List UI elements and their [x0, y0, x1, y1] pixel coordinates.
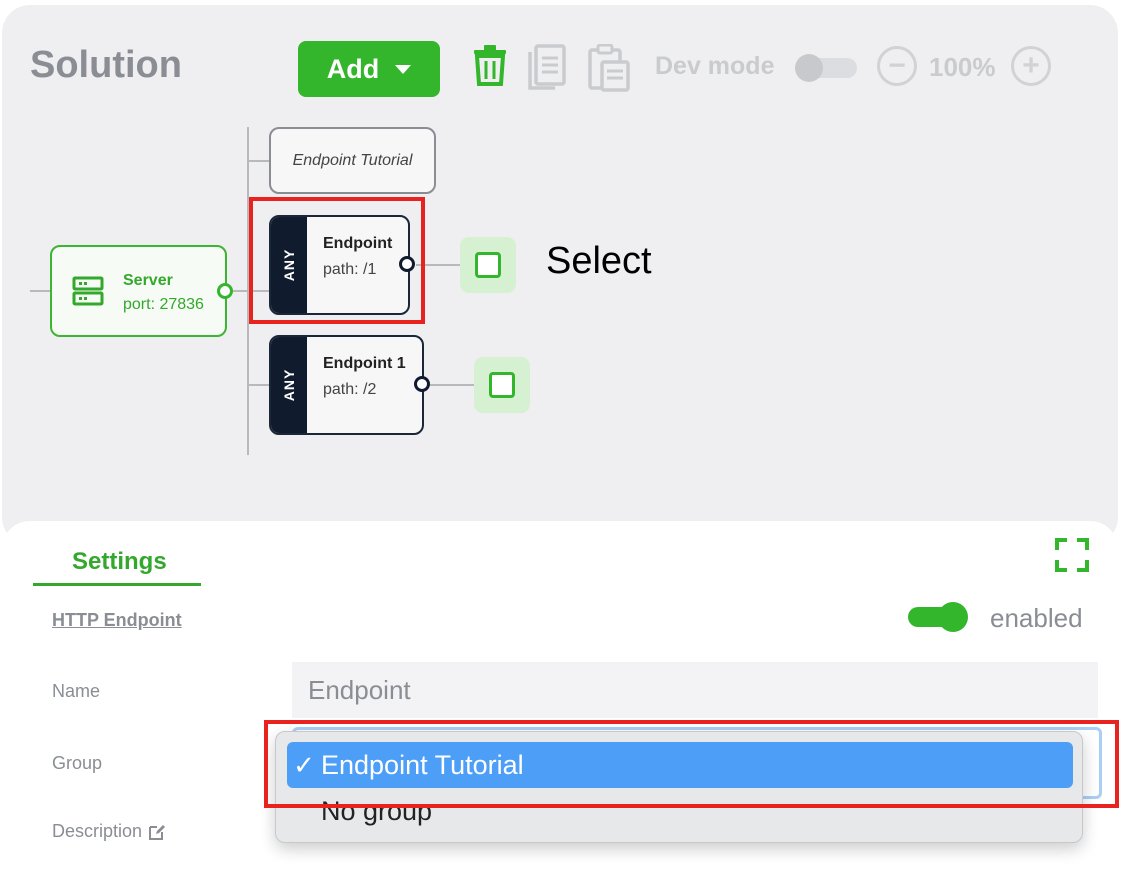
group-node-label: Endpoint Tutorial [292, 151, 413, 169]
enabled-label: enabled [990, 603, 1083, 633]
method-label: ANY [281, 368, 297, 402]
endpoint-path: path: /2 [323, 381, 377, 398]
add-button[interactable]: Add [298, 41, 440, 97]
page-title: Solution [30, 44, 182, 86]
connector-line [430, 384, 474, 386]
square-icon [475, 252, 501, 278]
annotation-select: Select [546, 240, 652, 282]
copy-icon[interactable] [527, 44, 567, 90]
add-button-label: Add [326, 53, 380, 84]
section-link-http-endpoint[interactable]: HTTP Endpoint [52, 610, 182, 631]
connector-line [30, 290, 50, 292]
tab-settings[interactable]: Settings [72, 548, 167, 576]
trash-icon[interactable] [472, 44, 508, 86]
method-badge: ANY [271, 337, 307, 433]
zoom-out-button[interactable]: − [877, 46, 917, 86]
connector-line [249, 160, 269, 162]
endpoint-node[interactable]: ANY Endpoint 1 path: /2 [269, 335, 424, 435]
plus-icon: + [1022, 49, 1040, 82]
highlight-box [264, 720, 1119, 808]
square-icon [489, 372, 515, 398]
zoom-level: 100% [929, 52, 996, 82]
add-node-button[interactable] [460, 237, 516, 293]
dev-mode-toggle[interactable] [795, 54, 857, 82]
chevron-down-icon [395, 64, 412, 74]
name-label: Name [52, 681, 101, 701]
name-field[interactable]: Endpoint [292, 662, 1098, 718]
group-label: Group [52, 753, 103, 773]
add-node-button[interactable] [474, 357, 530, 413]
enabled-toggle[interactable] [908, 602, 968, 632]
edit-icon[interactable] [148, 823, 166, 841]
description-label: Description [52, 821, 143, 841]
endpoint-title: Endpoint 1 [323, 355, 406, 372]
dev-mode-label: Dev mode [655, 52, 775, 80]
description-label-wrap: Description [52, 821, 166, 842]
paste-icon[interactable] [588, 44, 630, 92]
group-node-endpoint-tutorial[interactable]: Endpoint Tutorial [269, 127, 436, 194]
highlight-box [249, 197, 425, 324]
toggle-knob [938, 602, 968, 632]
server-output-port[interactable] [217, 283, 233, 299]
server-port: port: 27836 [123, 296, 204, 313]
server-title: Server [123, 272, 173, 289]
server-node[interactable]: Server port: 27836 [50, 245, 227, 337]
expand-icon[interactable] [1055, 538, 1089, 572]
connector-line [249, 384, 269, 386]
tab-underline [33, 583, 201, 586]
zoom-in-button[interactable]: + [1011, 46, 1051, 86]
toggle-knob [795, 54, 823, 82]
server-icon [72, 276, 104, 306]
endpoint-output-port[interactable] [414, 376, 430, 392]
minus-icon: − [888, 49, 906, 82]
